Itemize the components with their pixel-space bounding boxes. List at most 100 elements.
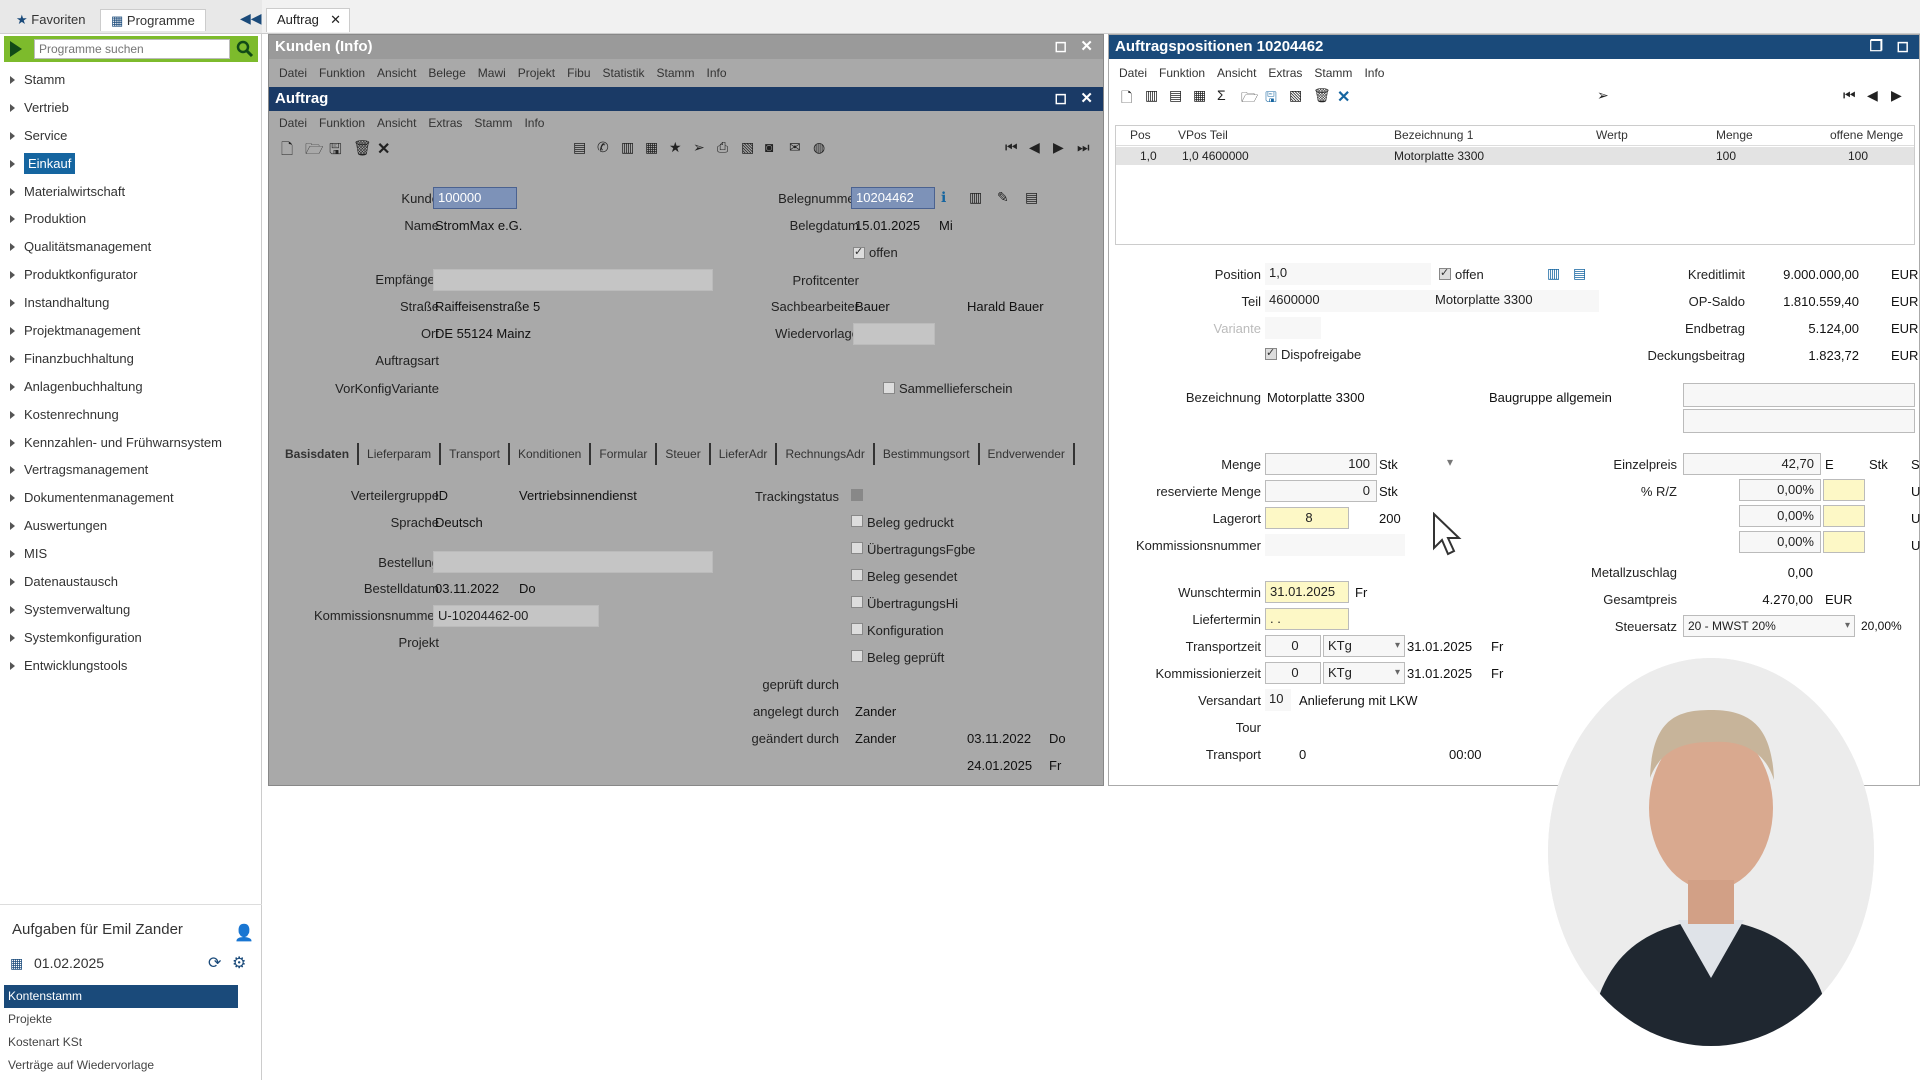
- print-icon[interactable]: ⎙: [717, 139, 728, 156]
- menu-datei[interactable]: Datei: [279, 66, 307, 80]
- info-icon[interactable]: ℹ: [941, 189, 946, 206]
- sidebar-item-vertragsmanagement[interactable]: Vertragsmanagement: [0, 456, 262, 484]
- phone-icon[interactable]: ✆: [597, 139, 609, 156]
- tab-lieferparam[interactable]: Lieferparam: [359, 443, 442, 465]
- steuersatz-select[interactable]: 20 - MWST 20% ▾: [1683, 615, 1855, 637]
- wunschtermin-field[interactable]: 31.01.2025: [1265, 581, 1349, 603]
- sidebar-item-kennzahlen[interactable]: Kennzahlen- und Frühwarnsystem: [0, 429, 262, 457]
- menu-ansicht[interactable]: Ansicht: [377, 66, 416, 80]
- menu-datei[interactable]: Datei: [1119, 66, 1147, 80]
- tab-bestimmungsort[interactable]: Bestimmungsort: [875, 443, 980, 465]
- play-icon[interactable]: [10, 41, 22, 57]
- sidebar-item-projektmanagement[interactable]: Projektmanagement: [0, 317, 262, 345]
- empfaenger-field[interactable]: [433, 269, 713, 291]
- close-icon[interactable]: ✕: [1080, 87, 1093, 111]
- col-bezeichnung[interactable]: Bezeichnung 1: [1394, 128, 1473, 142]
- document-icon[interactable]: ▥: [621, 139, 634, 156]
- uebertragungshi-checkbox[interactable]: [851, 596, 863, 608]
- list-icon[interactable]: ▤: [573, 139, 586, 156]
- new-icon[interactable]: 🗋: [281, 139, 293, 164]
- tree-icon[interactable]: ▤: [1169, 87, 1182, 104]
- kommissionsnummer-field[interactable]: U-10204462-00: [433, 605, 599, 627]
- sidebar-item-produktkonfigurator[interactable]: Produktkonfigurator: [0, 261, 262, 289]
- tab-formular[interactable]: Formular: [591, 443, 658, 465]
- menu-stamm[interactable]: Stamm: [1314, 66, 1352, 80]
- gear-icon[interactable]: ⚙: [232, 953, 246, 973]
- sidebar-item-dokumentenmanagement[interactable]: Dokumentenmanagement: [0, 484, 262, 512]
- tab-auftrag[interactable]: Auftrag ✕: [266, 8, 350, 32]
- copy-icon[interactable]: ▥: [1145, 87, 1158, 104]
- forward-icon[interactable]: ➢: [1597, 87, 1609, 104]
- versandart-field[interactable]: 10: [1265, 689, 1291, 711]
- tab-steuer[interactable]: Steuer: [657, 443, 711, 465]
- document-icon[interactable]: ▥: [969, 189, 982, 206]
- tab-lieferadr[interactable]: LieferAdr: [711, 443, 778, 465]
- col-offene-menge[interactable]: offene Menge: [1830, 128, 1903, 142]
- liefertermin-field[interactable]: . .: [1265, 608, 1349, 630]
- dispo-checkbox[interactable]: [1265, 346, 1277, 360]
- variante-field[interactable]: [1265, 317, 1321, 339]
- menu-extras[interactable]: Extras: [428, 116, 462, 130]
- sammel-checkbox[interactable]: [883, 382, 895, 394]
- belegnummer-field[interactable]: 10204462: [851, 187, 935, 209]
- sidebar-item-finanzbuchhaltung[interactable]: Finanzbuchhaltung: [0, 345, 262, 373]
- list-icon[interactable]: ▦: [1193, 87, 1206, 104]
- file-icon[interactable]: ▧: [741, 139, 754, 156]
- sidebar-item-systemkonfiguration[interactable]: Systemkonfiguration: [0, 624, 262, 652]
- transportzeit-field[interactable]: 0: [1265, 635, 1321, 657]
- camera-icon[interactable]: ◙: [765, 139, 773, 155]
- collapse-icon[interactable]: ◀◀: [240, 10, 262, 27]
- delete-icon[interactable]: 🗑: [1313, 87, 1331, 104]
- menu-statistik[interactable]: Statistik: [603, 66, 645, 80]
- edit-icon[interactable]: ✎: [997, 189, 1009, 206]
- rz-field-2[interactable]: 0,00%: [1739, 505, 1821, 527]
- menu-funktion[interactable]: Funktion: [319, 66, 365, 80]
- sidebar-item-service[interactable]: Service: [0, 122, 262, 150]
- teil-field[interactable]: 4600000: [1265, 290, 1431, 312]
- baugruppe-field[interactable]: [1683, 383, 1915, 407]
- close-icon[interactable]: ✕: [1080, 35, 1093, 59]
- maximize-icon[interactable]: ◻: [1897, 35, 1909, 59]
- user-icon[interactable]: 👤: [234, 923, 254, 943]
- rz-extra-3[interactable]: [1823, 531, 1865, 553]
- konfiguration-checkbox[interactable]: [851, 623, 863, 635]
- col-menge[interactable]: Menge: [1716, 128, 1753, 142]
- program-search-input[interactable]: [34, 39, 230, 59]
- forward-icon[interactable]: ➢: [693, 139, 705, 156]
- sidebar-item-instandhaltung[interactable]: Instandhaltung: [0, 289, 262, 317]
- position-field[interactable]: 1,0: [1265, 263, 1431, 285]
- menu-fibu[interactable]: Fibu: [567, 66, 590, 80]
- save-icon[interactable]: 🖫: [1265, 87, 1277, 111]
- rz-field-3[interactable]: 0,00%: [1739, 531, 1821, 553]
- col-wertp[interactable]: Wertp: [1596, 128, 1628, 142]
- next-record-icon[interactable]: ▶: [1891, 87, 1902, 104]
- refresh-icon[interactable]: ⟳: [208, 953, 221, 973]
- prev-record-icon[interactable]: ◀: [1867, 87, 1878, 104]
- last-record-icon[interactable]: ⏭: [1077, 139, 1090, 156]
- open-icon[interactable]: 🗁: [305, 139, 324, 164]
- sidebar-item-einkauf[interactable]: Einkauf: [0, 150, 262, 178]
- save-icon[interactable]: 🖫: [329, 139, 342, 164]
- beleg-gesendet-checkbox[interactable]: [851, 569, 863, 581]
- sidebar-item-qualitaet[interactable]: Qualitätsmanagement: [0, 233, 262, 261]
- tab-konditionen[interactable]: Konditionen: [510, 443, 592, 465]
- sidebar-item-vertrieb[interactable]: Vertrieb: [0, 94, 262, 122]
- task-item[interactable]: Kontenstamm: [4, 985, 238, 1008]
- first-record-icon[interactable]: ⏮: [1843, 87, 1856, 104]
- sidebar-item-stamm[interactable]: Stamm: [0, 66, 262, 94]
- menu-ansicht[interactable]: Ansicht: [377, 116, 416, 130]
- kommzeit-field[interactable]: 0: [1265, 662, 1321, 684]
- menu-mawi[interactable]: Mawi: [478, 66, 506, 80]
- first-record-icon[interactable]: ⏮: [1005, 139, 1018, 156]
- menu-info[interactable]: Info: [524, 116, 544, 130]
- sum-icon[interactable]: Σ: [1217, 87, 1226, 103]
- sidebar-item-datenaustausch[interactable]: Datenaustausch: [0, 568, 262, 596]
- cancel-icon[interactable]: ✕: [377, 139, 390, 159]
- calendar-icon[interactable]: ▦: [645, 139, 658, 156]
- task-item[interactable]: Verträge auf Wiedervorlage: [4, 1054, 238, 1077]
- rz-extra-2[interactable]: [1823, 505, 1865, 527]
- star-icon[interactable]: ★: [669, 139, 682, 156]
- sidebar-item-entwicklungstools[interactable]: Entwicklungstools: [0, 652, 262, 680]
- menu-funktion[interactable]: Funktion: [319, 116, 365, 130]
- baugruppe-field-2[interactable]: [1683, 409, 1915, 433]
